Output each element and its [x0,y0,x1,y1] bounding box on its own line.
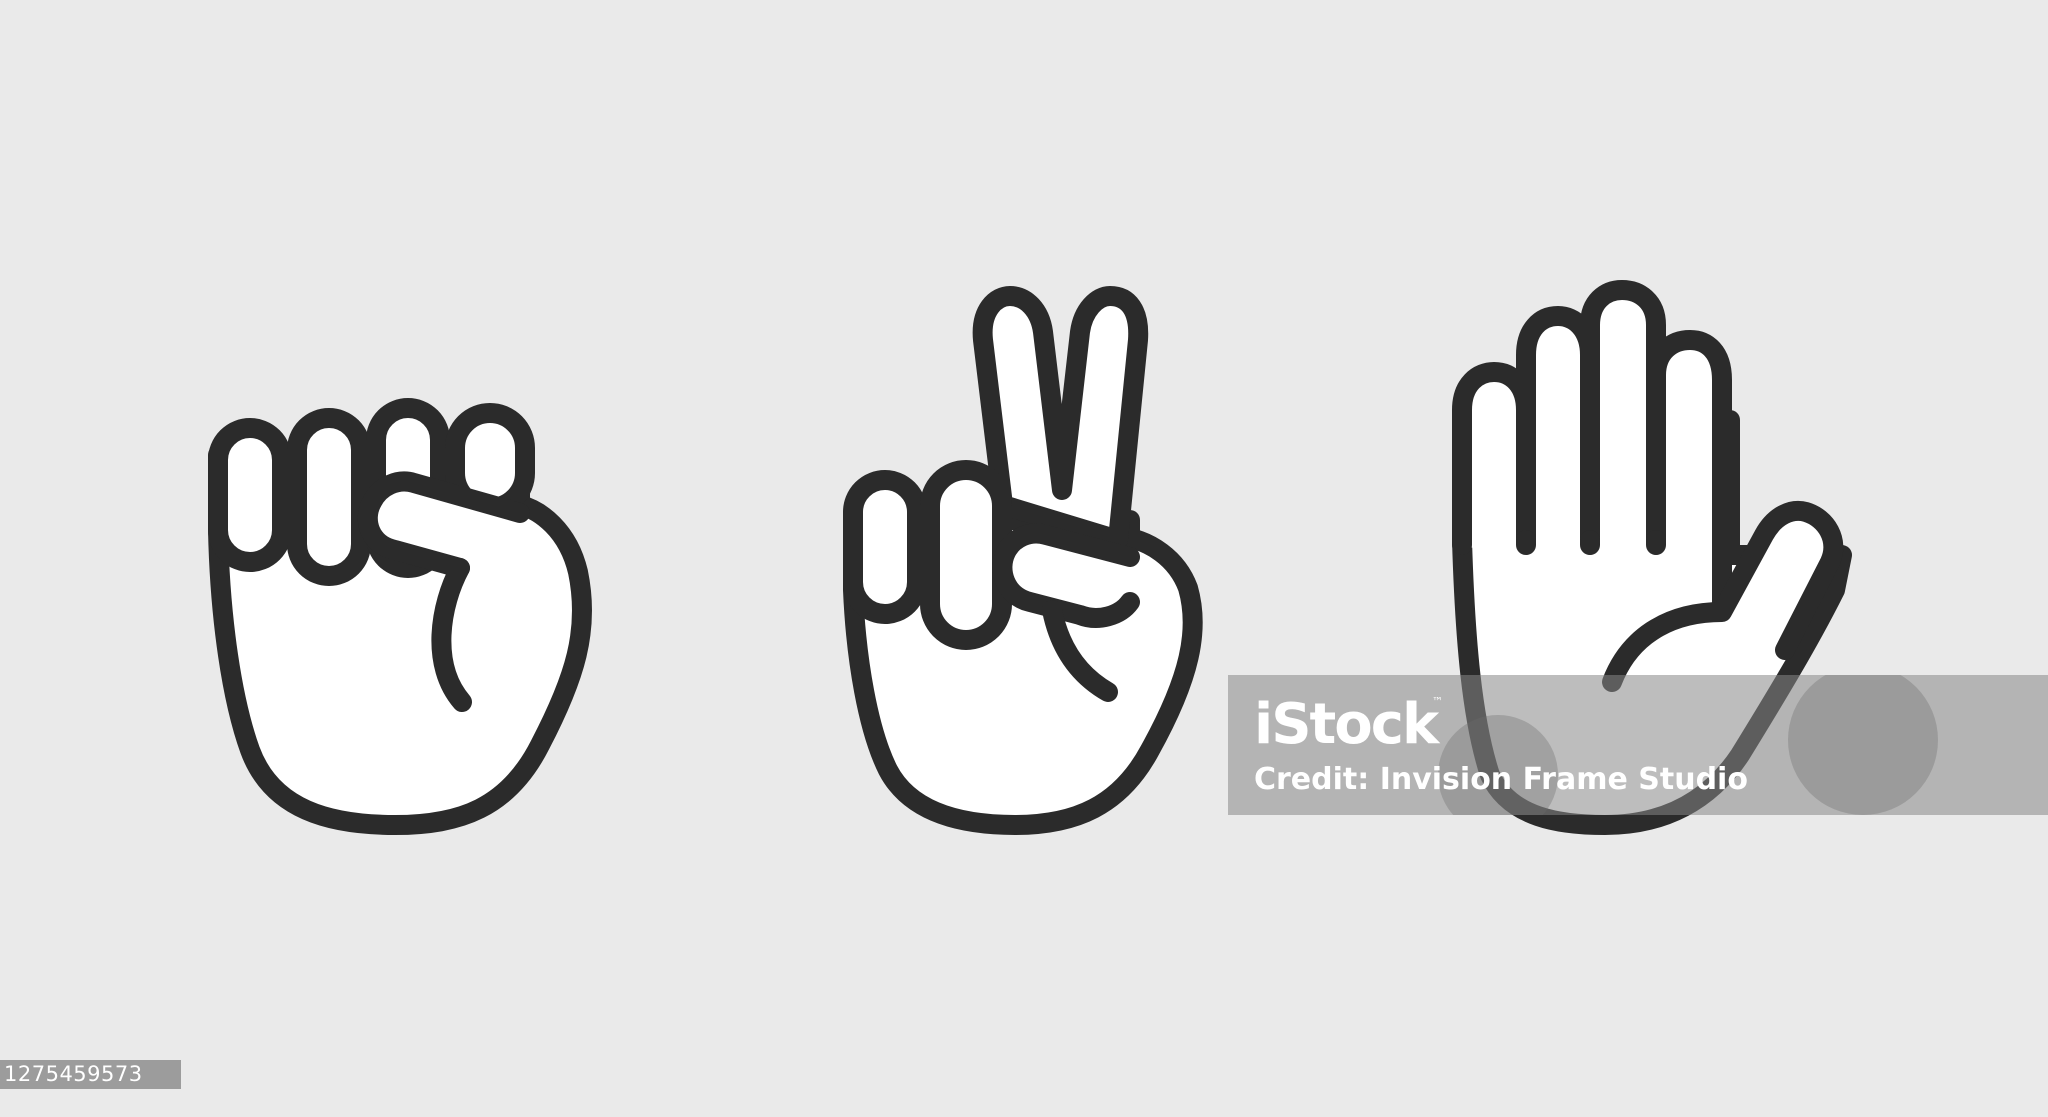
hand-gestures-illustration [208,280,1852,835]
watermark-ghost-shape [1788,675,1938,815]
image-id-label: 1275459573 [0,1060,181,1089]
trademark-symbol: ™ [1432,695,1443,708]
credit-text: Credit: Invision Frame Studio [1254,762,1748,797]
victory-scissors-icon [843,286,1203,835]
istock-logo: iStock [1254,692,1439,757]
watermark-banner: iStock ™ Credit: Invision Frame Studio [1228,675,2048,815]
fist-rock-icon [208,398,593,835]
